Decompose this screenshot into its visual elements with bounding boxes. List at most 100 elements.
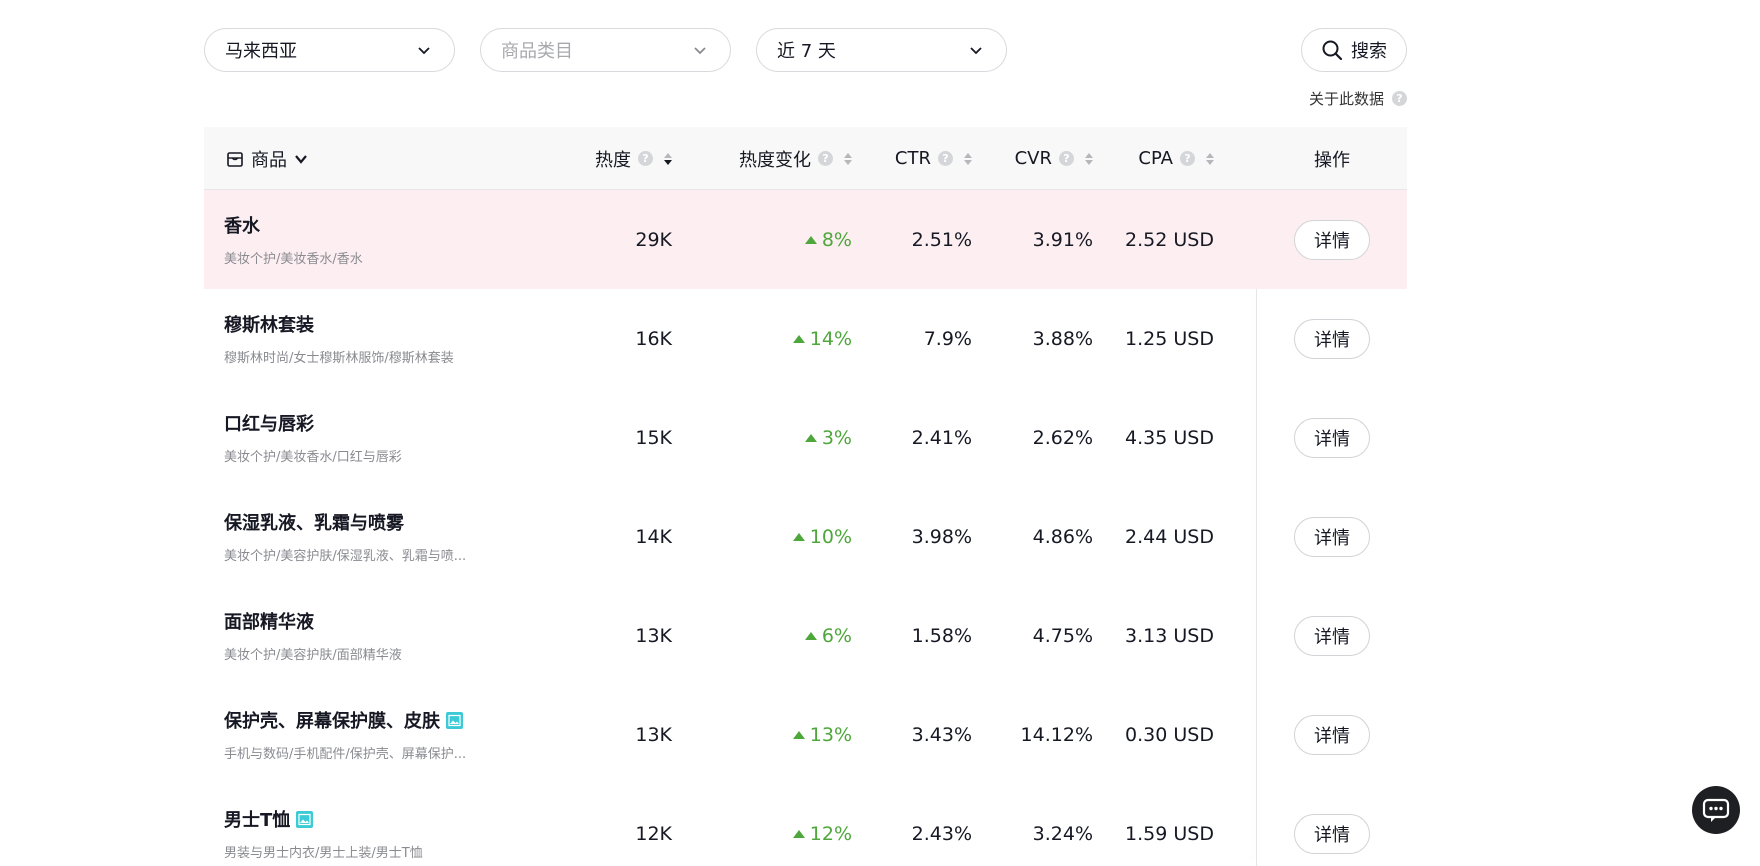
category-select[interactable]: 商品类目 [480,28,731,72]
arrow-up-icon [792,334,805,343]
cvr-value: 2.62% [1032,426,1093,449]
heat-value: 16K [635,327,672,350]
cvr-column-label: CVR [1014,148,1052,169]
product-category-path: 穆斯林时尚/女士穆斯林服饰/穆斯林套装 [224,351,454,366]
table-row[interactable]: 保湿乳液、乳霜与喷雾 美妆个护/美容护肤/保湿乳液、乳霜与喷... 14K 10… [204,487,1407,586]
ctr-value: 2.43% [911,822,972,845]
product-category-path: 美妆个护/美容护肤/面部精华液 [224,648,402,663]
ctr-value: 3.98% [911,525,972,548]
cpa-value: 2.52 USD [1125,228,1214,251]
heat-change-value: 13% [809,723,852,746]
product-category-path: 手机与数码/手机配件/保护壳、屏幕保护... [224,747,467,762]
cvr-value: 4.75% [1032,624,1093,647]
period-select[interactable]: 近 7 天 [756,28,1007,72]
product-name: 男士T恤 [224,810,291,831]
about-data-link[interactable]: 关于此数据 ? [1309,88,1407,109]
search-button[interactable]: 搜索 [1301,28,1407,72]
chevron-down-icon [970,47,982,55]
product-cell: 香水 美妆个护/美妆香水/香水 [224,190,524,289]
cpa-value: 0.30 USD [1125,723,1214,746]
heat-change-cell: 13% [672,685,852,784]
heat-value: 15K [635,426,672,449]
product-cell: 保湿乳液、乳霜与喷雾 美妆个护/美容护肤/保湿乳液、乳霜与喷... [224,487,524,586]
heat-value: 13K [635,723,672,746]
cvr-value: 3.88% [1032,327,1093,350]
chevron-down-icon [418,47,430,55]
product-category-path: 美妆个护/美妆香水/口红与唇彩 [224,450,402,465]
table-row[interactable]: 面部精华液 美妆个护/美容护肤/面部精华液 13K 6% 1.58% 4.75%… [204,586,1407,685]
action-cell: 详情 [1257,487,1407,586]
sort-icon[interactable] [664,152,672,165]
cpa-column-header[interactable]: CPA ? [1093,127,1214,190]
product-cell: 穆斯林套装 穆斯林时尚/女士穆斯林服饰/穆斯林套装 [224,289,524,388]
sort-icon[interactable] [964,152,972,165]
chat-support-button[interactable] [1692,786,1740,834]
ctr-column-header[interactable]: CTR ? [852,127,972,190]
action-cell: 详情 [1257,289,1407,388]
help-icon[interactable]: ? [638,151,653,166]
product-name: 保护壳、屏幕保护膜、皮肤 [224,711,440,732]
heat-value: 12K [635,822,672,845]
period-select-value: 近 7 天 [777,41,836,62]
product-column-label: 商品 [251,149,287,171]
heat-change-value: 3% [821,426,852,449]
product-category-path: 美妆个护/美容护肤/保湿乳液、乳霜与喷... [224,549,467,564]
products-table: 商品 热度 ? 热度变化 ? CTR ? CVR ? CPA ? 操作 香水 美… [204,127,1407,866]
help-icon[interactable]: ? [1392,91,1407,106]
table-row[interactable]: 保护壳、屏幕保护膜、皮肤 手机与数码/手机配件/保护壳、屏幕保护... 13K … [204,685,1407,784]
cpa-value: 1.25 USD [1125,327,1214,350]
action-column-label: 操作 [1314,149,1350,171]
heat-change-cell: 10% [672,487,852,586]
heat-value: 29K [635,228,672,251]
details-button[interactable]: 详情 [1294,219,1370,260]
cpa-value: 2.44 USD [1125,525,1214,548]
details-button[interactable]: 详情 [1294,516,1370,557]
heat-column-label: 热度 [595,149,631,171]
table-row[interactable]: 穆斯林套装 穆斯林时尚/女士穆斯林服饰/穆斯林套装 16K 14% 7.9% 3… [204,289,1407,388]
cvr-value: 14.12% [1020,723,1093,746]
cvr-value: 4.86% [1032,525,1093,548]
action-column-header: 操作 [1257,127,1407,190]
heat-change-cell: 3% [672,388,852,487]
heat-change-column-header[interactable]: 热度变化 ? [672,127,852,190]
product-column-header[interactable]: 商品 [226,127,308,190]
heat-change-cell: 14% [672,289,852,388]
cvr-value: 3.24% [1032,822,1093,845]
cpa-column-label: CPA [1138,148,1173,169]
help-icon[interactable]: ? [1059,151,1074,166]
sort-icon[interactable] [1206,152,1214,165]
cpa-value: 3.13 USD [1125,624,1214,647]
table-row[interactable]: 香水 美妆个护/美妆香水/香水 29K 8% 2.51% 3.91% 2.52 … [204,190,1407,289]
sort-icon[interactable] [1085,152,1093,165]
ctr-value: 2.51% [911,228,972,251]
ctr-value: 3.43% [911,723,972,746]
help-icon[interactable]: ? [938,151,953,166]
ctr-value: 2.41% [911,426,972,449]
details-button[interactable]: 详情 [1294,813,1370,854]
region-select[interactable]: 马来西亚 [204,28,455,72]
chevron-down-icon [694,47,706,55]
action-cell: 详情 [1257,190,1407,289]
heat-column-header[interactable]: 热度 ? [504,127,672,190]
details-button[interactable]: 详情 [1294,615,1370,656]
heat-change-value: 8% [821,228,852,251]
details-button[interactable]: 详情 [1294,417,1370,458]
trending-products-page: 马来西亚 商品类目 近 7 天 搜索 关于此数据 ? 商品 热度 ? 热度变化 … [0,0,1760,866]
details-button[interactable]: 详情 [1294,714,1370,755]
help-icon[interactable]: ? [818,151,833,166]
sort-icon[interactable] [844,152,852,165]
search-icon [1322,40,1343,61]
details-button[interactable]: 详情 [1294,318,1370,359]
about-data-label: 关于此数据 [1308,90,1384,108]
table-row[interactable]: 男士T恤 男装与男士内衣/男士上装/男士T恤 12K 12% 2.43% 3.2… [204,784,1407,866]
arrow-up-icon [792,730,805,739]
heat-change-value: 6% [821,624,852,647]
heat-value: 13K [635,624,672,647]
cvr-column-header[interactable]: CVR ? [972,127,1093,190]
product-name: 面部精华液 [224,612,314,633]
ctr-value: 7.9% [923,327,972,350]
table-row[interactable]: 口红与唇彩 美妆个护/美妆香水/口红与唇彩 15K 3% 2.41% 2.62%… [204,388,1407,487]
image-icon [296,810,314,828]
heat-change-value: 12% [809,822,852,845]
help-icon[interactable]: ? [1180,151,1195,166]
